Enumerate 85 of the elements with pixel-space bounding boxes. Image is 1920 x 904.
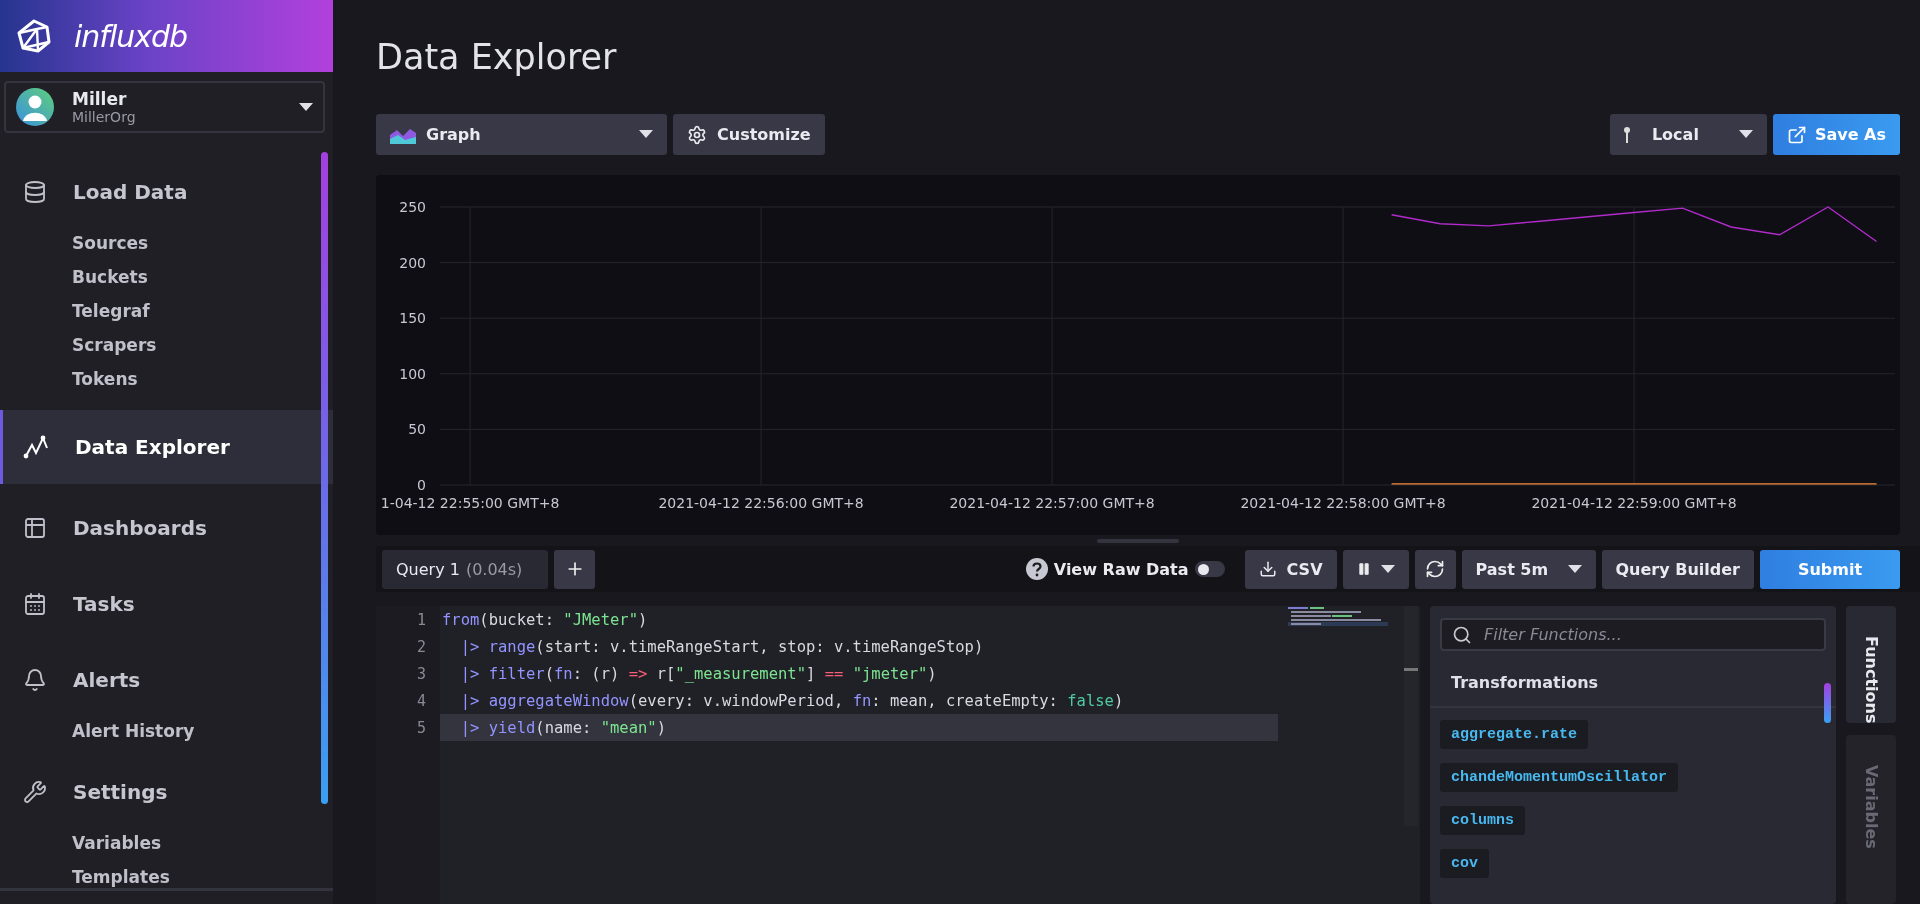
add-query-button[interactable] xyxy=(554,549,595,589)
nav-label: Alerts xyxy=(73,668,141,692)
function-item[interactable]: cov xyxy=(1440,849,1489,878)
axis-label: 0 xyxy=(417,477,426,493)
nav-subitem[interactable]: Templates xyxy=(0,860,313,894)
caret-icon xyxy=(639,130,653,139)
time-range-dropdown[interactable]: Past 5m xyxy=(1461,549,1596,589)
nav-subitem[interactable]: Telegraf xyxy=(0,294,313,328)
view-raw-data-label: View Raw Data xyxy=(1053,559,1189,579)
logo-icon xyxy=(16,18,52,54)
search-field[interactable]: Filter Functions... xyxy=(1440,618,1826,651)
axis-label: 2021-04-12 22:58:00 GMT+8 xyxy=(1240,495,1446,511)
nav-item[interactable]: Data Explorer xyxy=(0,410,333,484)
query-tab[interactable]: Query 1 (0.04s) xyxy=(382,549,548,589)
axis-label: 2021-04-12 22:59:00 GMT+8 xyxy=(1531,495,1737,511)
function-item[interactable]: chandeMomentumOscillator xyxy=(1440,763,1679,792)
line-number: 2 xyxy=(415,636,427,658)
raw-data-toggle[interactable] xyxy=(1194,561,1225,577)
wrench-icon xyxy=(23,780,47,804)
code-line: from(bucket: "JMeter") xyxy=(441,609,649,631)
caret-icon xyxy=(1738,130,1753,139)
caret-icon xyxy=(1380,564,1395,574)
query-time: (0.04s) xyxy=(465,559,523,579)
side-tab[interactable]: Functions xyxy=(1846,606,1896,724)
nav-subitem[interactable]: Buckets xyxy=(0,260,313,294)
nav-subitem[interactable]: Tokens xyxy=(0,362,313,396)
page-title: Data Explorer xyxy=(376,37,618,77)
nav-item[interactable]: Dashboards xyxy=(0,490,313,566)
code-editor[interactable] xyxy=(376,606,1420,904)
axis-label: 100 xyxy=(399,365,426,382)
avatar xyxy=(16,88,54,126)
code-line: |> aggregateWindow(every: v.windowPeriod, fn: mean, createEmpty: false) xyxy=(459,690,1125,712)
refresh-button[interactable] xyxy=(1414,549,1456,589)
account-switcher[interactable]: Miller MillerOrg xyxy=(4,81,325,133)
caret-icon xyxy=(299,102,313,112)
help-icon[interactable] xyxy=(1025,558,1048,580)
bell-icon xyxy=(23,668,47,692)
line-graph-icon xyxy=(23,434,49,460)
axis-label: 1-04-12 22:55:00 GMT+8 xyxy=(380,495,560,511)
axis-label: 2021-04-12 22:56:00 GMT+8 xyxy=(658,495,864,511)
axis-label: 2021-04-12 22:57:00 GMT+8 xyxy=(949,495,1155,511)
pause-icon xyxy=(1356,561,1371,577)
download-icon xyxy=(1258,560,1277,578)
pin-icon xyxy=(1623,126,1630,143)
function-item[interactable]: columns xyxy=(1440,806,1525,835)
caret-icon xyxy=(1567,564,1582,574)
code-line: |> filter(fn: (r) => r["_measurement"] == "jmeter") xyxy=(459,663,938,685)
axis-label: 250 xyxy=(399,199,426,215)
view-type-dropdown[interactable]: Graph xyxy=(376,114,667,155)
nav-label: Dashboards xyxy=(73,516,207,540)
code-line: |> range(start: v.timeRangeStart, stop: v.timeRangeStop) xyxy=(459,636,985,658)
search-icon xyxy=(1452,624,1472,645)
editor-scrollbar[interactable] xyxy=(1404,606,1418,826)
pause-dropdown[interactable] xyxy=(1342,549,1409,589)
calendar-icon xyxy=(23,592,47,616)
scrollbar[interactable] xyxy=(321,152,328,804)
query-tab-label: Query 1 xyxy=(396,559,460,579)
filter-input[interactable]: Filter Functions... xyxy=(1482,624,1814,645)
function-item[interactable]: aggregate.rate xyxy=(1440,720,1589,749)
axis-label: 50 xyxy=(408,421,426,438)
nav-label: Tasks xyxy=(73,592,135,616)
timezone-dropdown[interactable]: Local xyxy=(1609,114,1767,155)
nav-label: Settings xyxy=(73,780,168,804)
query-builder-button[interactable]: Query Builder xyxy=(1601,549,1754,589)
csv-button[interactable]: CSV xyxy=(1244,549,1337,589)
line-number: 1 xyxy=(415,609,427,631)
line-number: 3 xyxy=(415,663,427,685)
logo-text: influxdb xyxy=(74,18,188,54)
axis-label: 200 xyxy=(399,254,426,271)
database-icon xyxy=(23,180,47,204)
nav-subitem[interactable]: Scrapers xyxy=(0,328,313,362)
user-name: Miller xyxy=(72,89,128,109)
line-number: 4 xyxy=(415,690,427,712)
nav-item[interactable]: Tasks xyxy=(0,566,313,642)
nav-label: Data Explorer xyxy=(75,435,230,459)
table-icon xyxy=(23,516,47,540)
settings-icon xyxy=(687,124,707,145)
customize-button[interactable]: Customize xyxy=(673,114,825,155)
org-name: MillerOrg xyxy=(72,109,137,125)
axis-label: 150 xyxy=(399,310,426,327)
scrollbar[interactable] xyxy=(1824,683,1831,723)
nav-label: Load Data xyxy=(73,180,188,204)
refresh-icon xyxy=(1425,559,1445,579)
external-link-icon xyxy=(1786,124,1807,145)
line-number: 5 xyxy=(415,717,427,739)
